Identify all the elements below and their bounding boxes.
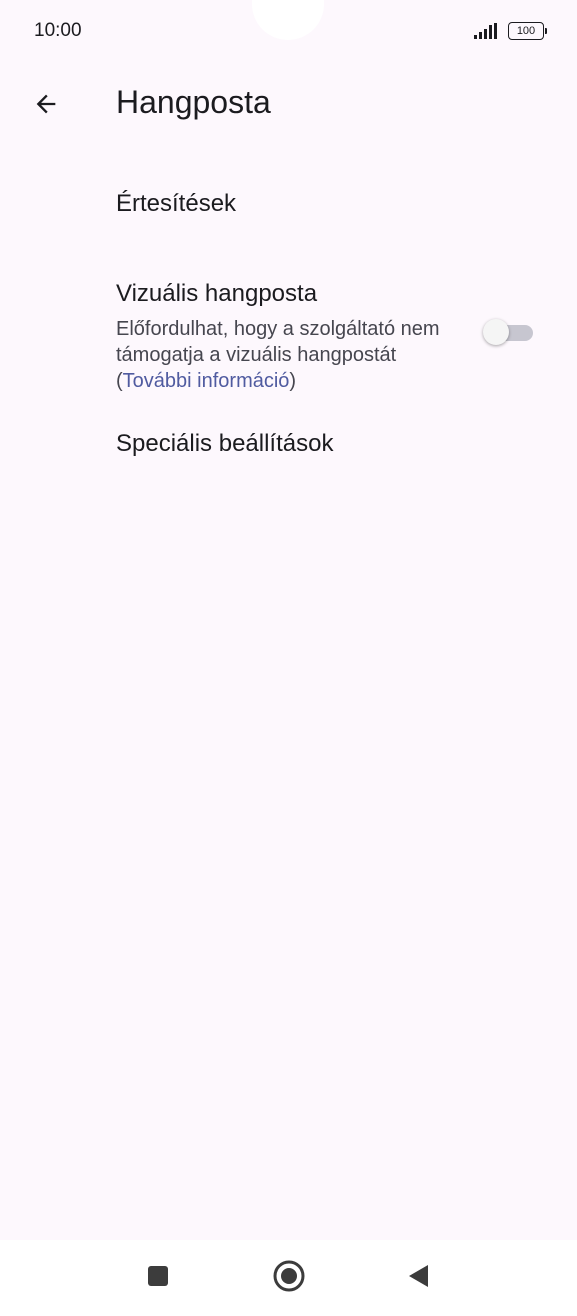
battery-icon: 100 bbox=[508, 22, 547, 40]
notifications-title: Értesítések bbox=[116, 190, 237, 217]
battery-level: 100 bbox=[508, 22, 544, 40]
home-button[interactable] bbox=[265, 1254, 313, 1302]
status-bar: 10:00 100 bbox=[0, 0, 577, 64]
status-icons: 100 bbox=[474, 22, 547, 40]
visual-voicemail-title: Vizuális hangposta bbox=[116, 280, 318, 307]
visual-voicemail-summary: Előfordulhat, hogy a szolgáltató nem tám… bbox=[116, 316, 456, 394]
learn-more-link[interactable]: További információ bbox=[123, 370, 290, 392]
advanced-settings-title: Speciális beállítások bbox=[116, 430, 334, 457]
circle-home-icon bbox=[272, 1259, 306, 1298]
triangle-back-icon bbox=[406, 1263, 430, 1294]
navigation-bar bbox=[0, 1240, 577, 1316]
toggle-thumb bbox=[483, 319, 509, 345]
status-time: 10:00 bbox=[34, 20, 82, 41]
visual-voicemail-toggle[interactable] bbox=[483, 316, 535, 348]
nav-back-button[interactable] bbox=[394, 1254, 442, 1302]
notifications-setting[interactable]: Értesítések bbox=[0, 148, 577, 258]
arrow-left-icon bbox=[32, 90, 60, 123]
signal-icon bbox=[474, 23, 502, 39]
recents-button[interactable] bbox=[134, 1254, 182, 1302]
top-app-bar: Hangposta bbox=[0, 64, 577, 148]
battery-tip bbox=[545, 28, 547, 34]
settings-list: Értesítések Vizuális hangposta Előfordul… bbox=[0, 148, 577, 528]
square-recents-icon bbox=[146, 1264, 170, 1293]
summary-end: ) bbox=[289, 370, 297, 392]
page-title: Hangposta bbox=[116, 84, 271, 120]
back-button[interactable] bbox=[22, 82, 70, 130]
camera-notch bbox=[252, 0, 324, 40]
advanced-settings[interactable]: Speciális beállítások bbox=[0, 418, 577, 528]
visual-voicemail-setting[interactable]: Vizuális hangposta Előfordulhat, hogy a … bbox=[0, 258, 577, 418]
